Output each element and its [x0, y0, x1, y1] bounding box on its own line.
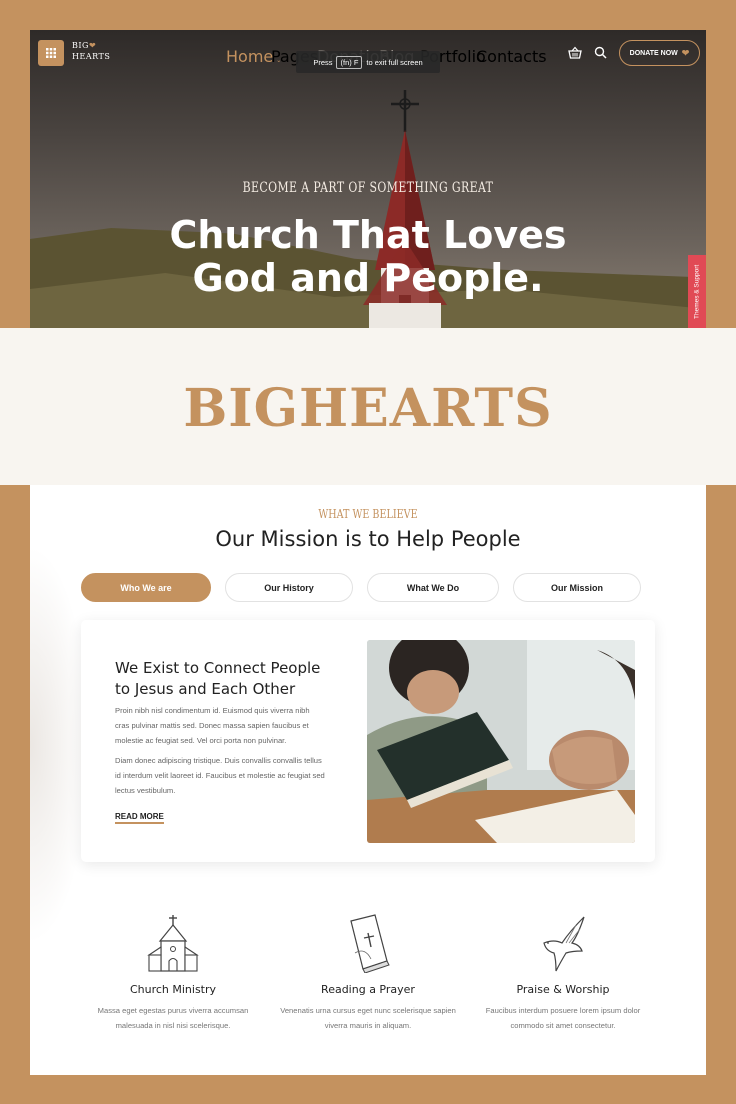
feature-title: Church Ministry	[129, 983, 217, 996]
hero-kicker: BECOME A PART OF SOMETHING GREAT	[242, 180, 494, 196]
feature-reading-prayer: Reading a Prayer Venenatis urna cursus e…	[278, 913, 458, 1033]
logo-text-line2: HEARTS	[72, 52, 111, 61]
tab-panel: We Exist to Connect People to Jesus and …	[81, 620, 655, 862]
hero-section: BIG❤ HEARTS Home⌄ Pages Donation Blog Po…	[30, 30, 706, 328]
search-icon[interactable]	[594, 46, 607, 59]
tab-label: Our History	[264, 582, 314, 593]
prayer-illustration	[367, 640, 635, 843]
feature-description: Massa eget egestas purus viverra accumsa…	[97, 1006, 249, 1030]
panel-title: We Exist to Connect People to Jesus and …	[115, 659, 321, 698]
feature-title: Reading a Prayer	[321, 983, 415, 996]
nav-contacts[interactable]: Contacts	[476, 47, 547, 66]
hero-title-line1: Church That Loves	[169, 213, 567, 257]
tab-what-we-do[interactable]: What We Do	[367, 573, 499, 602]
site-logo[interactable]: BIG❤ HEARTS	[72, 40, 112, 62]
grid-icon	[46, 48, 56, 58]
tab-label: What We Do	[406, 582, 460, 593]
nav-contacts-label: Contacts	[476, 47, 547, 66]
header-bar: BIG❤ HEARTS Home⌄ Pages Donation Blog Po…	[30, 30, 706, 78]
donate-label: DONATE NOW	[629, 49, 678, 57]
donate-now-button[interactable]: DONATE NOW ❤	[619, 40, 700, 66]
tab-who-we-are[interactable]: Who We are	[81, 573, 211, 602]
panel-paragraph: Diam donec adipiscing tristique. Duis co…	[115, 756, 325, 795]
feature-praise-worship: Praise & Worship Faucibus interdum posue…	[473, 913, 653, 1033]
grid-menu-button[interactable]	[38, 40, 64, 66]
banner-title: BIGHEARTS	[183, 378, 553, 439]
basket-icon[interactable]	[568, 46, 582, 60]
heart-icon: ❤	[681, 47, 690, 58]
fullscreen-tip-text: to exit full screen	[366, 57, 423, 67]
themes-support-tab[interactable]: Themes & Support	[688, 255, 706, 328]
panel-paragraph: Proin nibh nisl condimentum id. Euismod …	[115, 706, 310, 745]
themes-support-label: Themes & Support	[693, 264, 701, 319]
read-more-link[interactable]: READ MORE	[115, 812, 164, 824]
heart-icon: ❤	[88, 41, 97, 50]
brand-banner: BIGHEARTS	[0, 328, 736, 485]
church-icon	[147, 915, 199, 972]
hero-title-line2: God and People.	[192, 256, 544, 300]
fullscreen-tooltip: Press (fn) F to exit full screen	[296, 51, 440, 73]
tab-label: Our Mission	[550, 582, 603, 593]
mission-section: WHAT WE BELIEVE Our Mission is to Help P…	[30, 485, 706, 1075]
dove-icon	[543, 916, 585, 972]
bible-icon	[350, 914, 390, 973]
prayer-photo	[367, 640, 635, 843]
nav-home-label: Home	[226, 47, 274, 66]
fullscreen-tip-press: Press	[313, 57, 333, 67]
mission-title: Our Mission is to Help People	[215, 527, 521, 551]
feature-title: Praise & Worship	[516, 983, 610, 996]
fullscreen-tip-key: (fn) F	[336, 55, 363, 69]
feature-church-ministry: Church Ministry Massa eget egestas purus…	[83, 913, 263, 1033]
tab-label: Who We are	[120, 582, 172, 593]
feature-description: Faucibus interdum posuere lorem ipsum do…	[485, 1006, 641, 1030]
hero-title: Church That Loves God and People.	[30, 214, 706, 300]
tab-our-mission[interactable]: Our Mission	[513, 573, 641, 602]
tab-our-history[interactable]: Our History	[225, 573, 353, 602]
logo-text-line1: BIG	[72, 41, 89, 50]
feature-description: Venenatis urna cursus eget nunc sceleris…	[280, 1006, 456, 1030]
mission-kicker: WHAT WE BELIEVE	[318, 507, 418, 521]
